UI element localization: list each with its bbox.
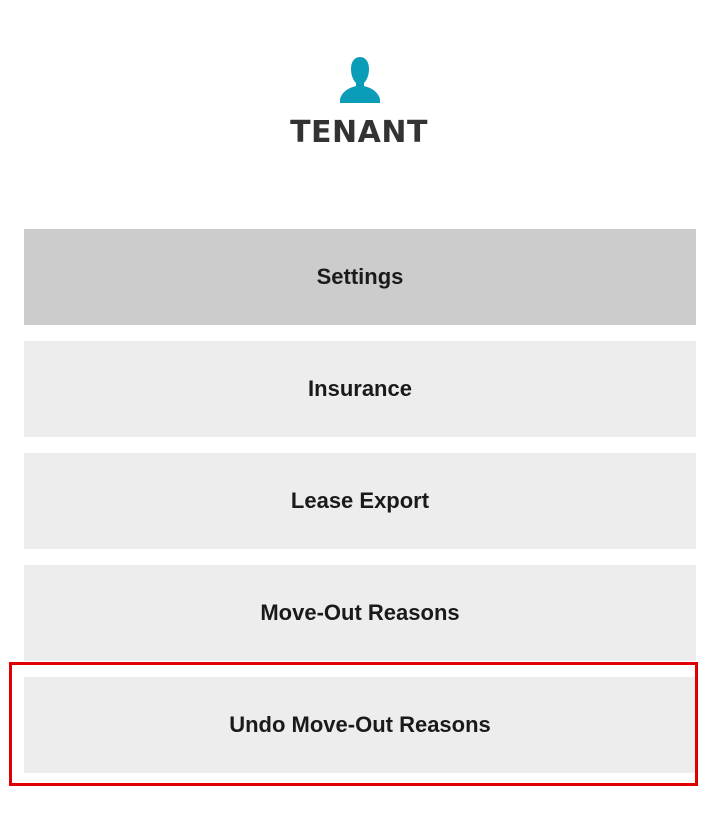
menu-item-move-out-reasons[interactable]: Move-Out Reasons	[24, 565, 696, 661]
menu-item-label: Insurance	[308, 376, 412, 401]
menu-item-label: Settings	[316, 264, 404, 289]
menu-item-lease-export[interactable]: Lease Export	[24, 453, 696, 549]
user-icon	[338, 55, 382, 105]
page-title: TENANT	[290, 115, 428, 150]
menu-item-label: Lease Export	[290, 488, 430, 513]
menu-item-settings[interactable]: Settings	[24, 229, 696, 325]
page-header: TENANT	[0, 0, 718, 170]
menu-item-label: Undo Move-Out Reasons	[229, 712, 491, 737]
menu-item-insurance[interactable]: Insurance	[24, 341, 696, 437]
menu-item-undo-move-out-reasons[interactable]: Undo Move-Out Reasons	[24, 677, 696, 773]
menu-item-label: Move-Out Reasons	[260, 600, 460, 625]
